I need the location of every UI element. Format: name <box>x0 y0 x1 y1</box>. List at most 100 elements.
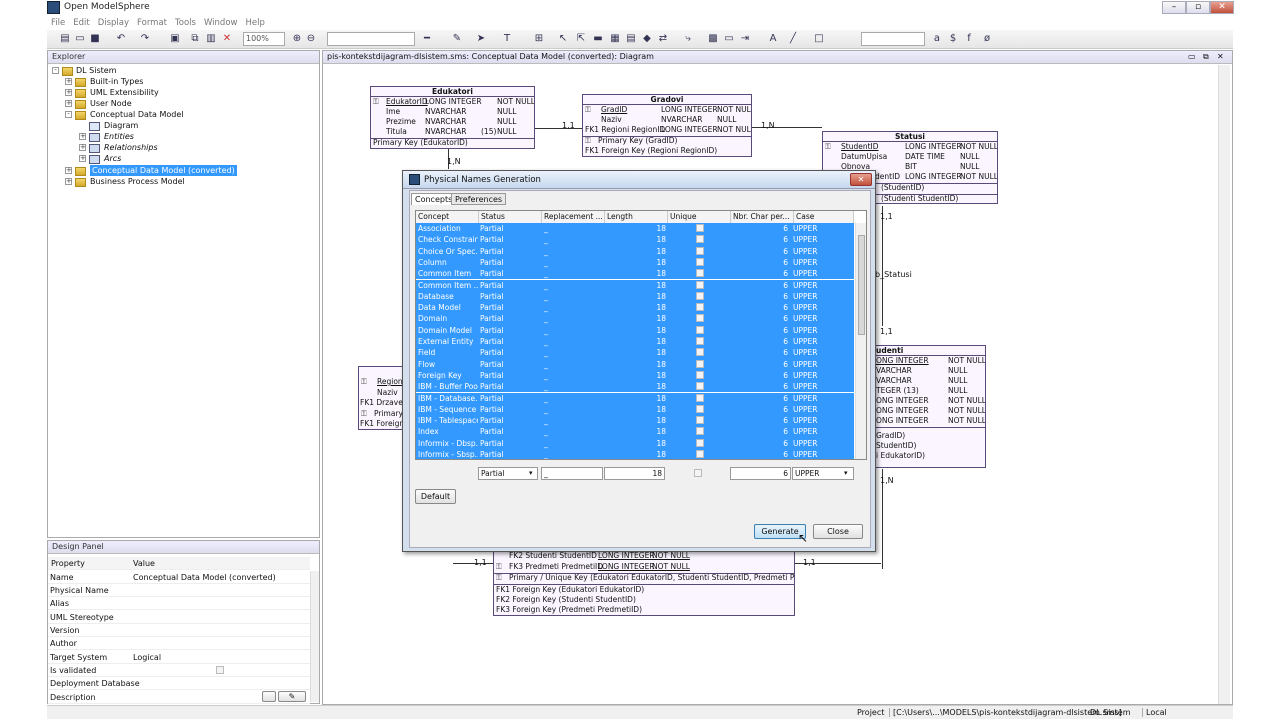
description-browse-button[interactable] <box>262 691 276 702</box>
nbr-char-field[interactable]: 6 <box>730 467 791 480</box>
diagram-minimize-button[interactable]: ▭ <box>1188 52 1196 61</box>
diagram-restore-button[interactable]: ⧉ <box>1203 52 1209 62</box>
entity-association[interactable]: FK2 Studenti StudentID LONG INTEGER NOT … <box>493 550 795 616</box>
design-row[interactable]: Target System Logical <box>48 651 310 664</box>
design-row[interactable]: Description ✎ <box>48 691 310 704</box>
tree-item-conceptual-data-model[interactable]: Conceptual Data Model <box>90 109 184 120</box>
zoom-in-icon[interactable]: ⊕ <box>291 33 303 45</box>
length-field[interactable]: 18 <box>604 467 665 480</box>
table-row[interactable]: Informix - Sbsp... Partial _ 18 6 UPPER <box>416 449 854 459</box>
table-row[interactable]: Data Model Partial _ 18 6 UPPER <box>416 302 854 314</box>
expand-icon[interactable]: + <box>65 89 72 96</box>
design-row[interactable]: Author <box>48 637 310 650</box>
unique-checkbox[interactable] <box>696 291 704 300</box>
text-style-icon[interactable]: T <box>501 33 513 45</box>
expand-icon[interactable]: + <box>79 144 86 151</box>
unique-checkbox[interactable] <box>696 337 704 345</box>
grid-tool-icon[interactable]: ▦ <box>609 33 621 45</box>
is-validated-checkbox[interactable] <box>216 666 224 674</box>
expand-icon[interactable]: + <box>79 133 86 140</box>
print-icon[interactable]: ▣ <box>169 33 181 45</box>
close-button[interactable]: Close <box>813 524 863 539</box>
unique-checkbox[interactable] <box>696 348 704 357</box>
design-row[interactable]: Is validated <box>48 664 310 677</box>
replacement-field[interactable]: _ <box>541 467 603 480</box>
entity-regioni[interactable]: ⚿ RegionI Naziv FK1 Drzave ⚿ Primary FK1… <box>358 366 404 430</box>
unique-checkbox[interactable] <box>696 427 704 436</box>
tree-item-user-node[interactable]: User Node <box>90 98 132 109</box>
expand-icon[interactable]: + <box>65 78 72 85</box>
unique-checkbox[interactable] <box>696 303 704 312</box>
relation-tool-icon[interactable]: ⇄ <box>657 33 669 45</box>
design-row[interactable]: Alias <box>48 597 310 610</box>
unique-checkbox[interactable] <box>696 416 704 425</box>
table-row[interactable]: IBM - Database... Partial _ 18 6 UPPER <box>416 392 854 404</box>
shape-tool-icon[interactable]: □ <box>813 33 825 45</box>
table-row[interactable]: IBM - Buffer Pool Partial _ 18 6 UPPER <box>416 381 854 393</box>
flow-tool-icon[interactable]: ⇥ <box>739 33 751 45</box>
select-tool-icon[interactable]: ↖ <box>557 33 569 45</box>
expand-icon[interactable]: + <box>79 155 86 162</box>
table-row[interactable]: Foreign Key Partial _ 18 6 UPPER <box>416 369 854 382</box>
table-row[interactable]: Domain Model Partial _ 18 6 UPPER <box>416 324 854 336</box>
size-select[interactable] <box>861 32 925 46</box>
table-tool-icon[interactable]: ▤ <box>625 33 637 45</box>
table-row[interactable]: Domain Partial _ 18 6 UPPER <box>416 313 854 325</box>
menu-help[interactable]: Help <box>241 16 268 30</box>
tree-item-uml-extensibility[interactable]: UML Extensibility <box>90 87 159 98</box>
line-style-icon[interactable]: ━ <box>421 33 433 45</box>
unique-checkbox[interactable] <box>694 469 702 477</box>
column-header[interactable]: Nbr. Char per... <box>731 211 794 223</box>
menu-file[interactable]: File <box>47 16 69 30</box>
design-row[interactable]: UML Stereotype <box>48 611 310 624</box>
table-scrollbar[interactable] <box>855 223 866 459</box>
line-tool-icon[interactable]: ╱ <box>787 33 799 45</box>
unique-checkbox[interactable] <box>696 257 704 266</box>
unique-checkbox[interactable] <box>696 438 704 447</box>
delete-icon[interactable]: ✕ <box>221 33 233 45</box>
collapse-icon[interactable]: - <box>65 111 72 118</box>
expand-icon[interactable]: + <box>65 178 72 185</box>
text-tool-icon[interactable]: A <box>767 33 779 45</box>
empty-set-icon[interactable]: ø <box>981 33 993 45</box>
unique-checkbox[interactable] <box>696 224 704 232</box>
unique-checkbox[interactable] <box>696 280 704 289</box>
scroll-thumb[interactable] <box>858 235 865 335</box>
tree-item-entities[interactable]: Entities <box>104 131 134 142</box>
table-row[interactable]: IBM - Sequence Partial _ 18 6 UPPER <box>416 403 854 416</box>
table-row[interactable]: Choice Or Spec... Partial _ 18 6 UPPER <box>416 245 854 257</box>
font-select[interactable] <box>327 32 415 46</box>
unique-checkbox[interactable] <box>696 269 704 278</box>
design-row[interactable]: Version <box>48 624 310 637</box>
zoom-select[interactable]: 100% <box>243 32 285 46</box>
expand-icon[interactable]: + <box>65 100 72 107</box>
table-row[interactable]: Database Partial _ 18 6 UPPER <box>416 290 854 303</box>
tree-item-built-in-types[interactable]: Built-in Types <box>90 76 143 87</box>
tab-preferences[interactable]: Preferences <box>451 193 507 205</box>
arrow-style-icon[interactable]: ➤ <box>475 33 487 45</box>
dialog-close-icon[interactable]: ✕ <box>850 173 872 186</box>
tree-item-conceptual-data-model-converted[interactable]: Conceptual Data Model (converted) <box>90 165 237 176</box>
zoom-out-icon[interactable]: ⊖ <box>305 33 317 45</box>
tree-item-diagram[interactable]: Diagram <box>104 120 138 131</box>
column-header[interactable]: Unique <box>668 211 731 223</box>
pen-icon[interactable]: ✎ <box>451 33 463 45</box>
maximize-button[interactable]: ▫ <box>1186 1 1210 14</box>
copy-icon[interactable]: ⧉ <box>189 33 201 45</box>
table-row[interactable]: Common Item ... Partial _ 18 6 UPPER <box>416 279 854 291</box>
unique-checkbox[interactable] <box>696 235 704 244</box>
table-row[interactable]: External Entity Partial _ 18 6 UPPER <box>416 336 854 348</box>
menu-edit[interactable]: Edit <box>69 16 93 30</box>
table-row[interactable]: IBM - Tablespace Partial _ 18 6 UPPER <box>416 415 854 427</box>
design-row[interactable]: Physical Name <box>48 584 310 597</box>
unique-checkbox[interactable] <box>696 382 704 391</box>
package-tool-icon[interactable]: ▩ <box>707 33 719 45</box>
open-icon[interactable]: ▭ <box>74 33 86 45</box>
entity-tool-icon[interactable]: ▬ <box>592 33 604 45</box>
design-scrollbar[interactable] <box>310 571 319 702</box>
unique-checkbox[interactable] <box>696 450 704 458</box>
collapse-icon[interactable]: - <box>52 67 59 74</box>
unique-checkbox[interactable] <box>696 325 704 334</box>
paste-icon[interactable]: ▥ <box>205 33 217 45</box>
unique-checkbox[interactable] <box>696 393 704 402</box>
